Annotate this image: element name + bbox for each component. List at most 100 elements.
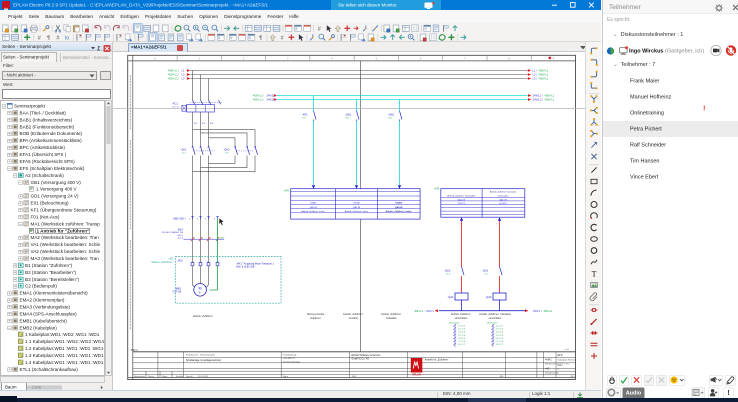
svg-text::1: :1 [189, 219, 191, 221]
svg-text:Antrieb für „Zuführen“: Antrieb für „Zuführen“ [425, 358, 449, 361]
svg-text:Projektname: Seminarprojekt: Projektname: Seminarprojekt [186, 353, 215, 356]
svg-text:T: T [592, 269, 597, 278]
svg-text:%DM2: %DM2 [310, 203, 317, 205]
svg-text:4x1,5: 4x1,5 [178, 238, 184, 240]
svg-text:„Zuführen“: „Zuführen“ [310, 317, 322, 320]
svg-text:Bearbeitung: Bearbeitung [134, 375, 145, 378]
svg-text:-WD1: -WD1 [177, 229, 184, 231]
svg-text:13.05.2020: 13.05.2020 [198, 376, 209, 378]
svg-text::1: :1 [205, 219, 207, 221]
svg-text:24V/1.2: 24V/1.2 [267, 98, 276, 102]
svg-text:400V-L1: 400V-L1 [539, 73, 549, 77]
svg-text:Geprüft: Geprüft [186, 375, 193, 378]
svg-text:1.5 / 2.4: 1.5 / 2.4 [458, 335, 466, 337]
svg-text:GmbH & Co. KG: GmbH & Co. KG [352, 358, 370, 361]
svg-text:¶: ¶ [47, 36, 50, 42]
svg-text:+KF1: +KF1 [434, 188, 440, 191]
svg-text:¶: ¶ [259, 36, 262, 42]
svg-text::1: :1 [214, 219, 216, 221]
svg-text:400V-L1: 400V-L1 [545, 98, 555, 102]
svg-text:-QA2: -QA2 [388, 113, 395, 117]
svg-text:24V/1.1: 24V/1.1 [267, 94, 276, 98]
svg-text:%DM2: %DM2 [353, 203, 360, 205]
svg-text:QA1.ON: QA1.ON [458, 198, 466, 201]
svg-text:-KF1: -KF1 [302, 113, 308, 117]
svg-text:1: 1 [458, 223, 459, 225]
svg-text:ÖLFLEX CLASSIC 110: ÖLFLEX CLASSIC 110 [162, 231, 184, 234]
svg-text:Seite: Seite [558, 364, 564, 367]
svg-text:1.3 / 2.2: 1.3 / 2.2 [458, 329, 466, 331]
svg-text:-QA1: -QA1 [181, 149, 187, 152]
svg-text:2: 2 [202, 237, 203, 239]
svg-text:1: 1 [353, 184, 354, 186]
svg-text:QA2.IN: QA2.IN [395, 206, 403, 209]
svg-text:-QA1: -QA1 [447, 295, 454, 299]
svg-text:%QX2.2: %QX2.2 [499, 203, 507, 205]
svg-text:1.4 / 2.3: 1.4 / 2.3 [496, 332, 504, 334]
svg-text:einschalten: einschalten [455, 317, 468, 320]
svg-text:Schaltschrank: Schaltschrank [545, 371, 560, 374]
svg-text:1.7 / 2.6: 1.7 / 2.6 [496, 341, 504, 343]
svg-text:1.2 / 2.1: 1.2 / 2.1 [496, 326, 504, 328]
svg-text:1.4 / 2.3: 1.4 / 2.3 [458, 332, 466, 334]
svg-text:rückwärts: rückwärts [386, 317, 397, 320]
svg-text:Antrieb „Zuführen“ rückwärts: Antrieb „Zuführen“ rückwärts [479, 313, 511, 316]
svg-text:1: 1 [496, 223, 497, 225]
svg-text:400V-L1: 400V-L1 [539, 77, 549, 81]
svg-text:+A2: +A2 [545, 368, 550, 371]
svg-text:1.8 / 2.7: 1.8 / 2.7 [458, 344, 466, 346]
svg-text:400V-L1: 400V-L1 [544, 310, 554, 313]
svg-text:1.2 / 2.1: 1.2 / 2.1 [458, 326, 466, 328]
svg-text:-QA2: -QA2 [444, 269, 451, 273]
svg-text:Antrieb „Zuführen“: Antrieb „Zuführen“ [193, 315, 213, 318]
svg-text:1.6 / 2.5: 1.6 / 2.5 [496, 338, 504, 340]
svg-text:QA2.ON: QA2.ON [499, 198, 507, 201]
svg-text:+B1: +B1 [168, 257, 173, 261]
svg-text:I> I> I>: I> I> I> [172, 106, 180, 109]
svg-text:lo: lo [65, 36, 69, 42]
svg-text:400V-L1 /: 400V-L1 / [253, 98, 264, 102]
svg-text:-QA1: -QA1 [482, 269, 489, 273]
svg-text:+KF1: +KF1 [284, 190, 290, 193]
svg-text:Antrieb „Zuführen“ rückwärts: Antrieb „Zuführen“ rückwärts [490, 191, 516, 194]
svg-text:=MA1: =MA1 [545, 358, 552, 361]
svg-text:1.5 / 2.4: 1.5 / 2.4 [496, 335, 504, 337]
svg-text:-QA2: -QA2 [485, 295, 492, 299]
svg-text:Norm: Norm [283, 376, 288, 378]
svg-text:Datum: Datum [148, 375, 154, 378]
svg-text::1: :1 [197, 219, 199, 221]
svg-text:Störung Antrieb: Störung Antrieb [307, 313, 325, 316]
svg-text:0,37 kW: 0,37 kW [173, 292, 182, 294]
svg-text:Antrieb „Zuführen“: Antrieb „Zuführen“ [381, 313, 401, 316]
svg-text:13/14 21/22: 13/14 21/22 [487, 322, 498, 324]
svg-text:1.8 / 2.7: 1.8 / 2.7 [496, 344, 504, 346]
svg-text:1.7 / 2.6: 1.7 / 2.6 [458, 341, 466, 343]
svg-text:ESS: ESS [352, 376, 357, 378]
svg-text:Name: Name [162, 376, 168, 378]
svg-text:24V/1.1 /: 24V/1.1 / [533, 94, 544, 98]
svg-text:%DM2: %DM2 [395, 203, 402, 205]
svg-text:-XD1: -XD1 [177, 260, 183, 263]
svg-text:+SB1-XD0 +: +SB1-XD0 + [173, 217, 187, 220]
svg-text:3~: 3~ [198, 291, 202, 295]
svg-text:1.3 / 2.2: 1.3 / 2.2 [496, 329, 504, 331]
svg-text:1: 1 [396, 184, 397, 186]
svg-text:Antrieb „Zuführen“ rückw.: Antrieb „Zuführen“ rückw. [386, 210, 412, 213]
svg-text:winkl: winkl [565, 349, 570, 351]
svg-text:1: 1 [310, 184, 311, 186]
svg-text:400V-L1 /: 400V-L1 / [168, 77, 179, 81]
svg-text:4G1,5: 4G1,5 [177, 235, 184, 237]
svg-text:L3 /: L3 / [533, 77, 538, 81]
svg-text:EPLAN: EPLAN [412, 374, 420, 377]
svg-text:Antrieb „Zuführen“ einschalten: Antrieb „Zuführen“ einschalten [447, 194, 476, 197]
svg-text:1.6 / 2.5: 1.6 / 2.5 [458, 338, 466, 340]
svg-text:#: # [318, 27, 322, 33]
svg-text:Antrieb „Zuführen“ rückw.: Antrieb „Zuführen“ rückw. [302, 210, 326, 213]
svg-text:0V/1.1: 0V/1.1 [426, 309, 434, 313]
svg-text:-QA2: -QA2 [224, 149, 230, 152]
svg-text:Seminarunterlage: Seminarunterlage [283, 360, 301, 363]
svg-text:-QA1: -QA1 [345, 113, 352, 117]
svg-text:400V-L1 /: 400V-L1 / [168, 69, 179, 73]
svg-text:0V/1.1 /: 0V/1.1 / [533, 309, 542, 313]
svg-text:Schaltanlage: Grundlagensemina: Schaltanlage: Grundlagenseminar [186, 359, 221, 362]
